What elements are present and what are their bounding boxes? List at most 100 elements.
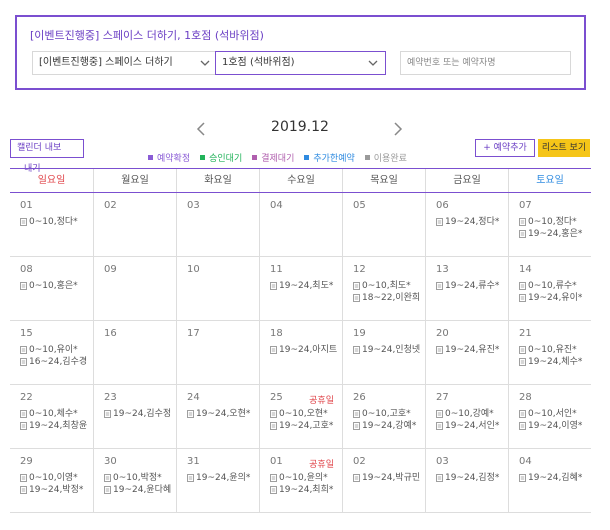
reservation-entry[interactable]: 19~24,서인* bbox=[436, 420, 508, 432]
calendar-day-cell[interactable]: 10 bbox=[176, 257, 259, 320]
reservation-entry[interactable]: 0~10,최도* bbox=[353, 280, 425, 292]
reservation-entry[interactable]: 0~10,서인* bbox=[519, 408, 591, 420]
calendar-day-cell[interactable]: 23 19~24,김수정 bbox=[93, 385, 176, 448]
calendar-day-cell[interactable]: 14 0~10,류수* 19~24,유이* bbox=[508, 257, 591, 320]
calendar-day-cell[interactable]: 21 0~10,유진* 19~24,체수* bbox=[508, 321, 591, 384]
reservation-search-input[interactable] bbox=[400, 51, 571, 75]
list-view-button[interactable]: 리스트 보기 bbox=[538, 139, 590, 157]
reservation-doc-icon bbox=[104, 474, 111, 482]
calendar-day-cell[interactable]: 07 0~10,정다* 19~24,홍은* bbox=[508, 193, 591, 256]
reservation-entry[interactable]: 0~10,유진* bbox=[519, 344, 591, 356]
reservation-entry[interactable]: 19~24,윤의* bbox=[187, 472, 259, 484]
reservation-entry[interactable]: 0~10,체수* bbox=[20, 408, 93, 420]
calendar-day-cell[interactable]: 03 19~24,김정* bbox=[425, 449, 508, 512]
calendar-day-cell[interactable]: 31 19~24,윤의* bbox=[176, 449, 259, 512]
reservation-entry[interactable]: 19~24,박규민 bbox=[353, 472, 425, 484]
reservation-entry[interactable]: 0~10,고호* bbox=[353, 408, 425, 420]
calendar-day-cell[interactable]: 28 0~10,서인* 19~24,이영* bbox=[508, 385, 591, 448]
day-number: 19 bbox=[353, 328, 366, 339]
reservation-entry[interactable]: 19~24,이영* bbox=[519, 420, 591, 432]
reservation-entry[interactable]: 19~24,인청넷 bbox=[353, 344, 425, 356]
calendar-day-cell[interactable]: 05 bbox=[342, 193, 425, 256]
reservation-entry[interactable]: 0~10,유이* bbox=[20, 344, 93, 356]
reservation-entry[interactable]: 0~10,이영* bbox=[20, 472, 93, 484]
reservation-doc-icon bbox=[519, 422, 526, 430]
legend-item: 승인대기 bbox=[200, 150, 242, 164]
reservation-entry[interactable]: 0~10,강예* bbox=[436, 408, 508, 420]
calendar-export-button[interactable]: 캘린더 내보 내기 bbox=[10, 139, 84, 174]
current-month: 2019.12 bbox=[271, 119, 329, 135]
calendar-day-cell[interactable]: 24 19~24,오현* bbox=[176, 385, 259, 448]
calendar-day-cell[interactable]: 20 19~24,유진* bbox=[425, 321, 508, 384]
reservation-entry[interactable]: 19~24,유진* bbox=[436, 344, 508, 356]
reservation-entry[interactable]: 19~24,김수정 bbox=[104, 408, 176, 420]
calendar-day-cell[interactable]: 18 19~24,아지트 bbox=[259, 321, 342, 384]
reservation-entry[interactable]: 19~24,윤다혜 bbox=[104, 484, 176, 496]
calendar-day-cell[interactable]: 26 0~10,고호* 19~24,강예* bbox=[342, 385, 425, 448]
calendar-day-cell[interactable]: 02 bbox=[93, 193, 176, 256]
calendar-day-cell[interactable]: 02 19~24,박규민 bbox=[342, 449, 425, 512]
calendar-day-cell[interactable]: 16 bbox=[93, 321, 176, 384]
reservation-doc-icon bbox=[270, 410, 277, 418]
calendar-day-cell[interactable]: 13 19~24,류수* bbox=[425, 257, 508, 320]
legend-swatch bbox=[148, 154, 153, 160]
calendar-day-cell[interactable]: 01 0~10,정다* bbox=[10, 193, 93, 256]
calendar-day-cell[interactable]: 17 bbox=[176, 321, 259, 384]
calendar-day-cell[interactable]: 22 0~10,체수* 19~24,최창윤 bbox=[10, 385, 93, 448]
calendar-day-cell[interactable]: 08 0~10,홍은* bbox=[10, 257, 93, 320]
day-number: 08 bbox=[20, 264, 33, 275]
reservation-entry-text: 0~10,오현* bbox=[279, 409, 328, 419]
reservation-entry[interactable]: 19~24,류수* bbox=[436, 280, 508, 292]
reservation-doc-icon bbox=[20, 282, 27, 290]
calendar-day-cell[interactable]: 25 공휴일 0~10,오현* 19~24,고호* bbox=[259, 385, 342, 448]
space-select[interactable]: [이벤트진행중] 스페이스 더하기 bbox=[32, 51, 218, 75]
calendar-day-cell[interactable]: 11 19~24,최도* bbox=[259, 257, 342, 320]
reservation-entry[interactable]: 19~24,홍은* bbox=[519, 228, 591, 240]
calendar-day-cell[interactable]: 09 bbox=[93, 257, 176, 320]
reservation-entry[interactable]: 19~24,고호* bbox=[270, 420, 342, 432]
chevron-left-icon[interactable] bbox=[194, 121, 208, 137]
branch-select[interactable]: 1호점 (석바위점) bbox=[215, 51, 386, 75]
calendar-day-cell[interactable]: 12 0~10,최도* 18~22,이완희 bbox=[342, 257, 425, 320]
calendar-day-cell[interactable]: 01 공휴일 0~10,윤의* 19~24,최희* bbox=[259, 449, 342, 512]
reservation-entry[interactable]: 0~10,박정* bbox=[104, 472, 176, 484]
reservation-entry[interactable]: 19~24,오현* bbox=[187, 408, 259, 420]
reservation-entry[interactable]: 19~24,아지트 bbox=[270, 344, 342, 356]
reservation-entry[interactable]: 16~24,김수경 bbox=[20, 356, 93, 368]
reservation-entry[interactable]: 19~24,최도* bbox=[270, 280, 342, 292]
calendar-day-cell[interactable]: 15 0~10,유이* 16~24,김수경 bbox=[10, 321, 93, 384]
calendar-day-cell[interactable]: 27 0~10,강예* 19~24,서인* bbox=[425, 385, 508, 448]
reservation-entry[interactable]: 19~24,김혜* bbox=[519, 472, 591, 484]
reservation-entry[interactable]: 19~24,체수* bbox=[519, 356, 591, 368]
chevron-right-icon[interactable] bbox=[391, 121, 405, 137]
reservation-entry[interactable]: 0~10,윤의* bbox=[270, 472, 342, 484]
reservation-entry[interactable]: 0~10,홍은* bbox=[20, 280, 93, 292]
reservation-entry[interactable]: 19~24,최창윤 bbox=[20, 420, 93, 432]
day-number: 01 bbox=[20, 200, 33, 211]
reservation-entry[interactable]: 0~10,정다* bbox=[519, 216, 591, 228]
reservation-entry[interactable]: 19~24,최희* bbox=[270, 484, 342, 496]
chevron-down-icon bbox=[200, 60, 210, 66]
calendar-day-cell[interactable]: 03 bbox=[176, 193, 259, 256]
reservation-doc-icon bbox=[519, 230, 526, 238]
calendar-day-cell[interactable]: 29 0~10,이영* 19~24,박정* bbox=[10, 449, 93, 512]
calendar-day-cell[interactable]: 04 bbox=[259, 193, 342, 256]
calendar-day-cell[interactable]: 04 19~24,김혜* bbox=[508, 449, 591, 512]
reservation-entry[interactable]: 19~24,박정* bbox=[20, 484, 93, 496]
calendar-day-cell[interactable]: 06 19~24,정다* bbox=[425, 193, 508, 256]
reservation-doc-icon bbox=[20, 410, 27, 418]
reservation-entry[interactable]: 19~24,김정* bbox=[436, 472, 508, 484]
calendar-day-cell[interactable]: 30 0~10,박정* 19~24,윤다혜 bbox=[93, 449, 176, 512]
reservation-entry[interactable]: 0~10,정다* bbox=[20, 216, 93, 228]
reservation-entry[interactable]: 0~10,오현* bbox=[270, 408, 342, 420]
day-number: 23 bbox=[104, 392, 117, 403]
reservation-entry[interactable]: 18~22,이완희 bbox=[353, 292, 425, 304]
reservation-entry[interactable]: 0~10,류수* bbox=[519, 280, 591, 292]
reservation-entry[interactable]: 19~24,유이* bbox=[519, 292, 591, 304]
reservation-entry[interactable]: 19~24,정다* bbox=[436, 216, 508, 228]
reservation-entry-text: 0~10,박정* bbox=[113, 473, 162, 483]
add-reservation-button[interactable]: + 예약추가 bbox=[475, 139, 535, 157]
reservation-entry-text: 19~24,최희* bbox=[279, 485, 334, 495]
calendar-day-cell[interactable]: 19 19~24,인청넷 bbox=[342, 321, 425, 384]
reservation-entry[interactable]: 19~24,강예* bbox=[353, 420, 425, 432]
